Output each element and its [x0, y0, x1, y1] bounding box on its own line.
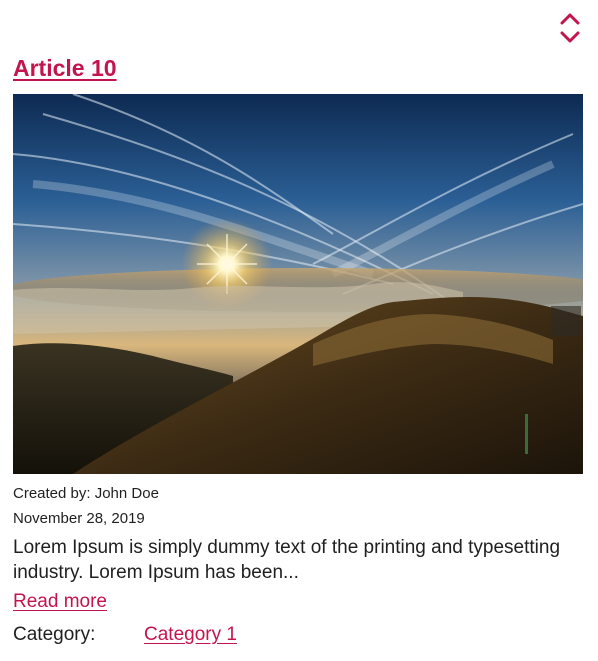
article-date: November 28, 2019	[13, 510, 145, 527]
article-author: Created by: John Doe	[13, 485, 159, 502]
category-label: Category:	[13, 624, 96, 645]
read-more-link[interactable]: Read more	[13, 589, 107, 615]
category-link[interactable]: Category 1	[144, 622, 237, 648]
article-excerpt: Lorem Ipsum is simply dummy text of the …	[13, 537, 561, 583]
chevron-up-down-icon	[560, 13, 580, 43]
article-image	[13, 94, 583, 474]
sort-toggle-button[interactable]	[556, 10, 584, 46]
mountain-sunrise-photo	[13, 94, 583, 474]
article-title-link[interactable]: Article 10	[13, 52, 117, 84]
